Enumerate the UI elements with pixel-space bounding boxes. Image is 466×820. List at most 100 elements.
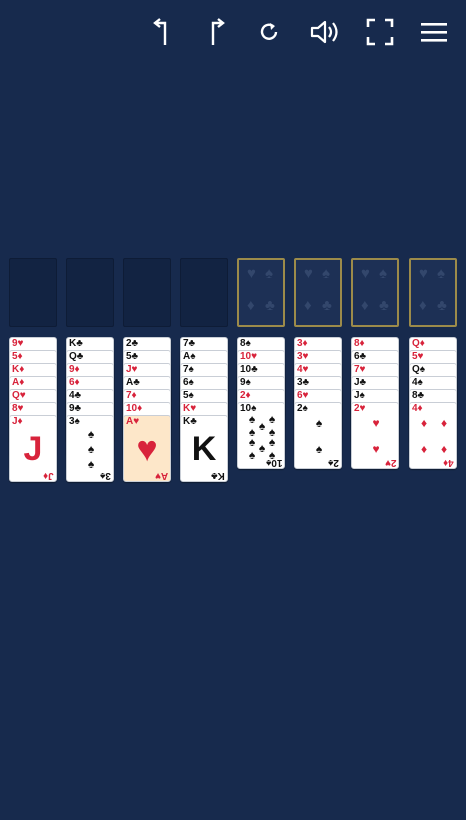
card-index: K♥: [183, 403, 197, 414]
foundation-suit-icon: ♥: [247, 265, 256, 282]
card-index: 2♦: [240, 390, 251, 401]
card-index: 10♥: [240, 351, 258, 362]
card-index: 3♠: [69, 416, 80, 427]
card-index: 8♣: [412, 390, 425, 401]
redo-icon: [211, 18, 225, 45]
card-pip: ♠: [248, 412, 256, 426]
sound-button[interactable]: [305, 12, 345, 52]
foundation-suit-icon: ♦: [247, 297, 255, 314]
card-pip: ♠: [248, 435, 256, 449]
card-index: 4♠: [412, 377, 423, 388]
card-pip: ♠: [258, 419, 266, 433]
card-index: J♠: [354, 390, 365, 401]
card-index: 10♣: [240, 364, 258, 375]
card-index: 3♦: [297, 338, 308, 349]
card-index-bottom: 2♠: [328, 457, 339, 468]
card-index-bottom: 4♦: [443, 457, 454, 468]
card-pip: ♠: [268, 448, 276, 462]
card-pip: ♦: [420, 442, 428, 456]
card-index: A♣: [126, 377, 140, 388]
foundation-suit-icon: ♠: [265, 265, 273, 282]
playing-card[interactable]: K♣ K♣ K: [180, 415, 228, 482]
free-cell[interactable]: [180, 258, 228, 327]
free-cell[interactable]: [123, 258, 171, 327]
foundation-suit-icon: ♣: [322, 297, 332, 314]
card-index: Q♣: [69, 351, 84, 362]
card-index: 8♦: [354, 338, 365, 349]
playing-card[interactable]: 10♠ 10♠ ♠ ♠ ♠ ♠ ♠ ♠ ♠ ♠ ♠ ♠: [237, 402, 285, 469]
playing-card[interactable]: A♥ A♥ ♥: [123, 415, 171, 482]
card-pip: ♥: [372, 416, 380, 430]
card-index: 7♥: [354, 364, 366, 375]
card-pip: ♦: [420, 416, 428, 430]
card-index: 7♦: [126, 390, 137, 401]
card-index: 4♦: [412, 403, 423, 414]
playing-card[interactable]: 2♥ 2♥ ♥ ♥: [351, 402, 399, 469]
card-face: ♥: [124, 424, 170, 473]
foundation-suit-icon: ♥: [419, 265, 428, 282]
card-pip: ♠: [248, 448, 256, 462]
card-index: 5♥: [412, 351, 424, 362]
card-index: 2♣: [126, 338, 139, 349]
card-index: 5♠: [183, 390, 194, 401]
foundation-suit-icon: ♠: [322, 265, 330, 282]
foundation-suit-icon: ♦: [361, 297, 369, 314]
undo-icon: [153, 18, 167, 45]
card-index: 7♠: [183, 364, 194, 375]
card-index: 5♦: [12, 351, 23, 362]
card-index: A♠: [183, 351, 196, 362]
card-index: 6♣: [354, 351, 367, 362]
card-pip: ♦: [440, 442, 448, 456]
card-index: 6♦: [69, 377, 80, 388]
card-index: 7♣: [183, 338, 196, 349]
playing-card[interactable]: J♦ J♦ J: [9, 415, 57, 482]
card-index: Q♥: [12, 390, 26, 401]
card-index: 8♠: [240, 338, 251, 349]
card-index: K♦: [12, 364, 25, 375]
card-index: 10♦: [126, 403, 143, 414]
foundation-suit-icon: ♣: [379, 297, 389, 314]
undo-button[interactable]: [142, 12, 182, 52]
foundation-suit-icon: ♦: [304, 297, 312, 314]
card-index: 2♠: [297, 403, 308, 414]
free-cell[interactable]: [66, 258, 114, 327]
card-index: A♦: [12, 377, 25, 388]
card-pip: ♠: [87, 427, 95, 441]
card-index: 3♣: [297, 377, 310, 388]
card-index: 5♣: [126, 351, 139, 362]
card-index: 9♠: [240, 377, 251, 388]
card-index: 3♥: [297, 351, 309, 362]
menu-button[interactable]: [414, 12, 454, 52]
card-index: J♣: [354, 377, 367, 388]
redo-button[interactable]: [196, 12, 236, 52]
foundation-suit-icon: ♥: [361, 265, 370, 282]
card-pip: ♠: [87, 442, 95, 456]
free-cell[interactable]: [9, 258, 57, 327]
foundation-pile[interactable]: ♥ ♠ ♦ ♣: [409, 258, 457, 327]
foundation-pile[interactable]: ♥ ♠ ♦ ♣: [237, 258, 285, 327]
card-index: K♣: [69, 338, 83, 349]
foundation-suit-icon: ♥: [304, 265, 313, 282]
refresh-icon: [260, 23, 278, 40]
foundation-suit-icon: ♦: [419, 297, 427, 314]
card-index: 8♥: [12, 403, 24, 414]
card-index: 9♣: [69, 403, 82, 414]
fullscreen-icon: [366, 18, 394, 46]
fullscreen-button[interactable]: [360, 12, 400, 52]
card-pip: ♠: [315, 442, 323, 456]
playing-card[interactable]: 2♠ 2♠ ♠ ♠: [294, 402, 342, 469]
card-pip: ♠: [87, 457, 95, 471]
restart-button[interactable]: [250, 12, 290, 52]
card-pip: ♦: [440, 416, 448, 430]
foundation-pile[interactable]: ♥ ♠ ♦ ♣: [294, 258, 342, 327]
card-index: Q♦: [412, 338, 425, 349]
playing-card[interactable]: 4♦ 4♦ ♦ ♦ ♦ ♦: [409, 402, 457, 469]
card-face: J: [10, 424, 56, 473]
card-pip: ♠: [258, 441, 266, 455]
card-index: 2♥: [354, 403, 366, 414]
card-index: 4♥: [297, 364, 309, 375]
foundation-suit-icon: ♠: [437, 265, 445, 282]
foundation-pile[interactable]: ♥ ♠ ♦ ♣: [351, 258, 399, 327]
card-pip: ♥: [372, 442, 380, 456]
playing-card[interactable]: 3♠ 3♠ ♠ ♠ ♠: [66, 415, 114, 482]
